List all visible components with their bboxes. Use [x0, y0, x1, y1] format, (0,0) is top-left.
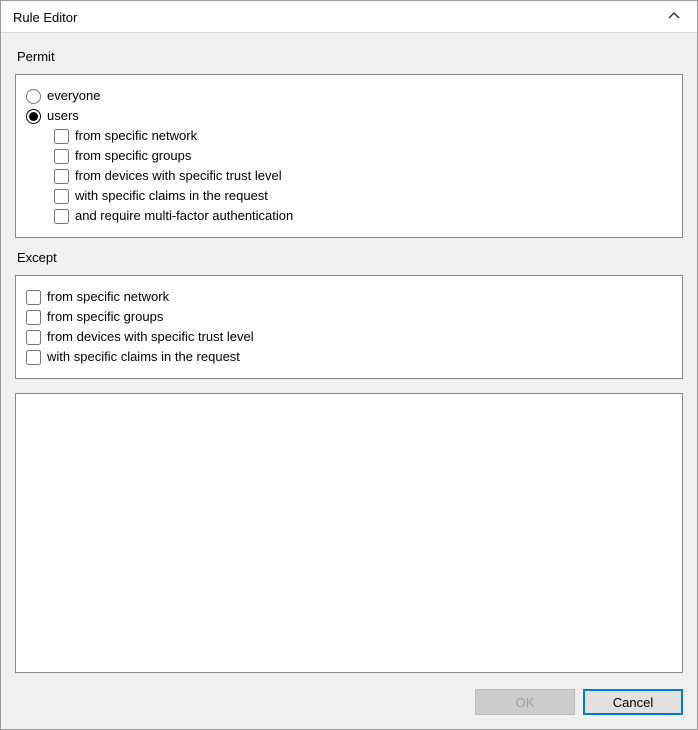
except-check-trust[interactable]: from devices with specific trust level	[26, 328, 672, 346]
details-panel	[15, 393, 683, 673]
radio-users-input[interactable]	[26, 109, 41, 124]
button-row: OK Cancel	[15, 689, 683, 715]
except-check-network[interactable]: from specific network	[26, 288, 672, 306]
except-check-network-label: from specific network	[47, 288, 169, 306]
except-section-label: Except	[17, 250, 683, 265]
permit-check-claims-input[interactable]	[54, 189, 69, 204]
permit-check-mfa-label: and require multi-factor authentication	[75, 207, 293, 225]
permit-check-network-label: from specific network	[75, 127, 197, 145]
permit-check-network-input[interactable]	[54, 129, 69, 144]
except-check-trust-input[interactable]	[26, 330, 41, 345]
except-check-network-input[interactable]	[26, 290, 41, 305]
permit-check-claims-label: with specific claims in the request	[75, 187, 268, 205]
except-check-groups-label: from specific groups	[47, 308, 163, 326]
except-check-claims-input[interactable]	[26, 350, 41, 365]
cancel-button[interactable]: Cancel	[583, 689, 683, 715]
permit-panel: everyone users from specific network fro…	[15, 74, 683, 238]
except-panel: from specific network from specific grou…	[15, 275, 683, 379]
except-check-trust-label: from devices with specific trust level	[47, 328, 254, 346]
permit-check-trust-label: from devices with specific trust level	[75, 167, 282, 185]
except-check-claims[interactable]: with specific claims in the request	[26, 348, 672, 366]
permit-check-mfa-input[interactable]	[54, 209, 69, 224]
permit-check-mfa[interactable]: and require multi-factor authentication	[54, 207, 672, 225]
permit-section-label: Permit	[17, 49, 683, 64]
permit-check-groups-input[interactable]	[54, 149, 69, 164]
radio-everyone-label: everyone	[47, 87, 100, 105]
permit-check-claims[interactable]: with specific claims in the request	[54, 187, 672, 205]
except-check-claims-label: with specific claims in the request	[47, 348, 240, 366]
window-title: Rule Editor	[13, 10, 77, 25]
radio-users-label: users	[47, 107, 79, 125]
permit-check-trust-input[interactable]	[54, 169, 69, 184]
radio-users[interactable]: users	[26, 107, 672, 125]
chevron-up-icon[interactable]	[663, 7, 685, 28]
except-check-groups[interactable]: from specific groups	[26, 308, 672, 326]
permit-check-groups[interactable]: from specific groups	[54, 147, 672, 165]
permit-check-trust[interactable]: from devices with specific trust level	[54, 167, 672, 185]
radio-everyone[interactable]: everyone	[26, 87, 672, 105]
rule-editor-window: Rule Editor Permit everyone users from s…	[0, 0, 698, 730]
titlebar: Rule Editor	[1, 1, 697, 33]
ok-button: OK	[475, 689, 575, 715]
radio-everyone-input[interactable]	[26, 89, 41, 104]
except-check-groups-input[interactable]	[26, 310, 41, 325]
permit-check-network[interactable]: from specific network	[54, 127, 672, 145]
permit-check-groups-label: from specific groups	[75, 147, 191, 165]
permit-user-checks: from specific network from specific grou…	[54, 127, 672, 225]
content-area: Permit everyone users from specific netw…	[1, 33, 697, 729]
